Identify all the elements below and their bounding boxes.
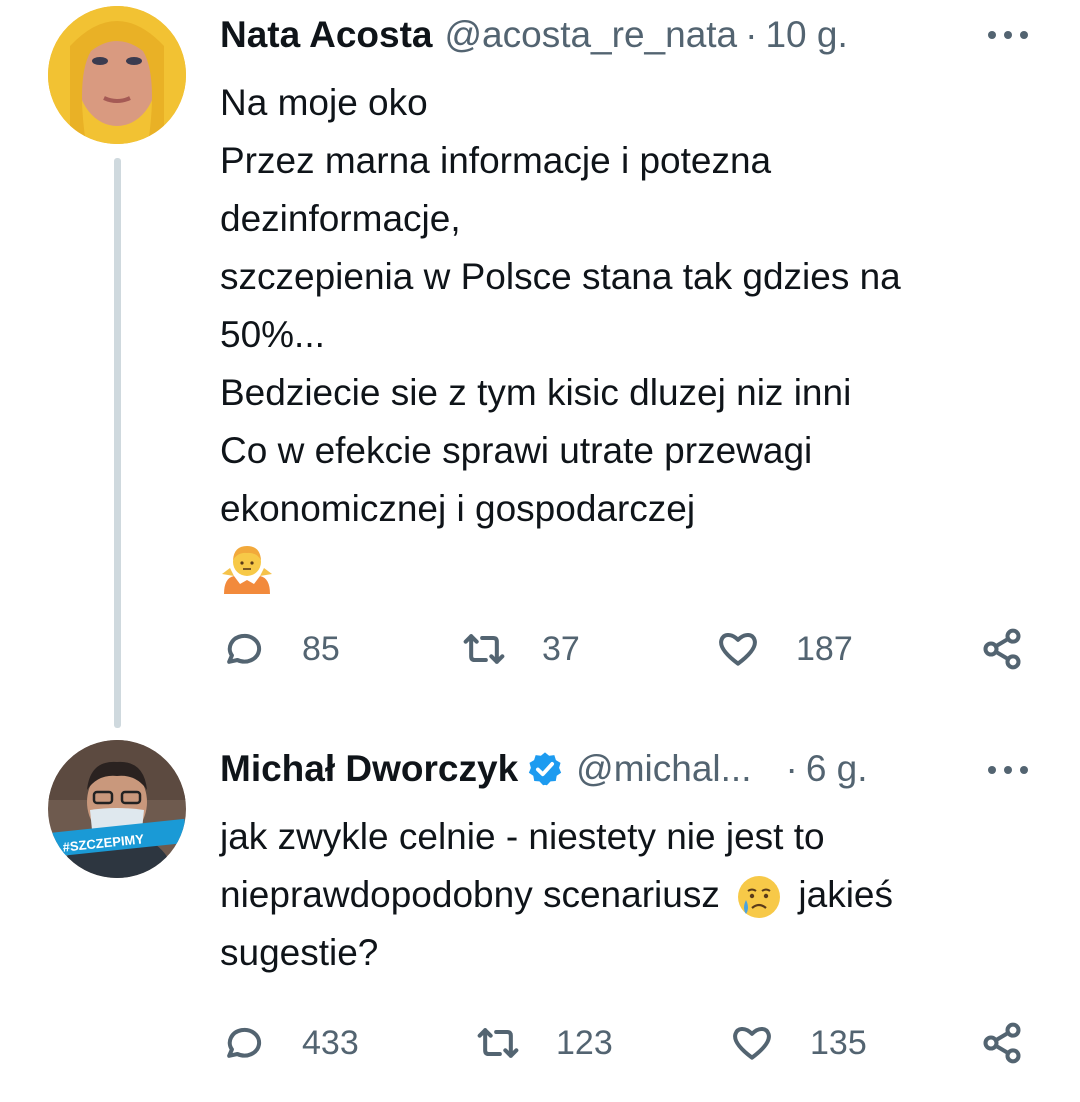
text-line: dezinformacje, xyxy=(220,198,461,239)
text-line: nieprawdopodobny scenariusz jakieś xyxy=(220,866,1020,924)
text-line: jak zwykle celnie - niestety nie jest to xyxy=(220,816,825,857)
verified-badge-icon xyxy=(529,752,562,786)
author-handle[interactable]: @acosta_re_nata xyxy=(444,14,737,56)
tweet-2-header: Michał Dworczyk @michal... · 6 g. xyxy=(220,744,868,794)
tweet-1-actions: 85 37 187 xyxy=(220,624,1040,674)
like-button[interactable]: 135 xyxy=(730,1018,867,1068)
tweet-time[interactable]: 10 g. xyxy=(765,14,847,56)
tweet-2[interactable]: #SZCZEPIMY Michał Dworczyk @michal... · … xyxy=(0,720,1080,1102)
retweet-count: 37 xyxy=(542,629,580,668)
text-line: Przez marna informacje i potezna xyxy=(220,140,772,181)
heart-icon xyxy=(733,1027,771,1060)
tweet-time[interactable]: 6 g. xyxy=(806,748,868,790)
reply-count: 85 xyxy=(302,629,340,668)
reply-icon xyxy=(227,633,262,664)
text-line: 50%... xyxy=(220,314,325,355)
retweet-icon xyxy=(477,1028,519,1058)
text-line: Na moje oko xyxy=(220,82,428,123)
text-line: Co w efekcie sprawi utrate przewagi xyxy=(220,430,813,471)
person-shrugging-emoji xyxy=(220,538,1020,596)
tweet-1-text: Na moje oko Przez marna informacje i pot… xyxy=(220,74,1020,596)
reply-icon xyxy=(227,1027,262,1058)
reply-button[interactable]: 85 xyxy=(220,624,340,674)
heart-icon xyxy=(719,633,757,666)
retweet-icon xyxy=(463,634,505,664)
like-count: 187 xyxy=(796,629,853,668)
text-segment: nieprawdopodobny scenariusz xyxy=(220,874,720,915)
thread-line xyxy=(114,158,121,728)
reply-count: 433 xyxy=(302,1023,359,1062)
text-segment: jakieś xyxy=(798,874,893,915)
tweet-2-actions: 433 123 135 xyxy=(220,1018,1040,1068)
author-name[interactable]: Michał Dworczyk xyxy=(220,748,518,790)
share-icon xyxy=(983,1022,1021,1064)
tweet-1-header: Nata Acosta @acosta_re_nata · 10 g. xyxy=(220,10,848,60)
more-options-icon[interactable] xyxy=(988,760,1028,780)
share-icon xyxy=(983,628,1021,670)
text-line: sugestie? xyxy=(220,932,379,973)
author-handle[interactable]: @michal... xyxy=(576,748,751,790)
author-name[interactable]: Nata Acosta xyxy=(220,14,432,56)
avatar-nata-acosta[interactable] xyxy=(48,6,186,144)
retweet-button[interactable]: 37 xyxy=(462,624,580,674)
retweet-count: 123 xyxy=(556,1023,613,1062)
text-line: ekonomicznej i gospodarczej xyxy=(220,488,696,529)
reply-button[interactable]: 433 xyxy=(220,1018,359,1068)
like-button[interactable]: 187 xyxy=(716,624,853,674)
crying-face-emoji xyxy=(738,876,781,919)
share-button[interactable] xyxy=(980,1018,1024,1068)
text-line: Bedziecie sie z tym kisic dluzej niz inn… xyxy=(220,372,852,413)
text-line: szczepienia w Polsce stana tak gdzies na xyxy=(220,256,901,297)
avatar-michal-dworczyk[interactable]: #SZCZEPIMY xyxy=(48,740,186,878)
like-count: 135 xyxy=(810,1023,867,1062)
tweet-2-text: jak zwykle celnie - niestety nie jest to… xyxy=(220,808,1020,982)
more-options-icon[interactable] xyxy=(988,25,1028,45)
share-button[interactable] xyxy=(980,624,1024,674)
retweet-button[interactable]: 123 xyxy=(476,1018,613,1068)
separator-dot: · xyxy=(745,14,758,55)
tweet-1[interactable]: Nata Acosta @acosta_re_nata · 10 g. Na m… xyxy=(0,0,1080,728)
separator-dot: · xyxy=(785,748,798,789)
